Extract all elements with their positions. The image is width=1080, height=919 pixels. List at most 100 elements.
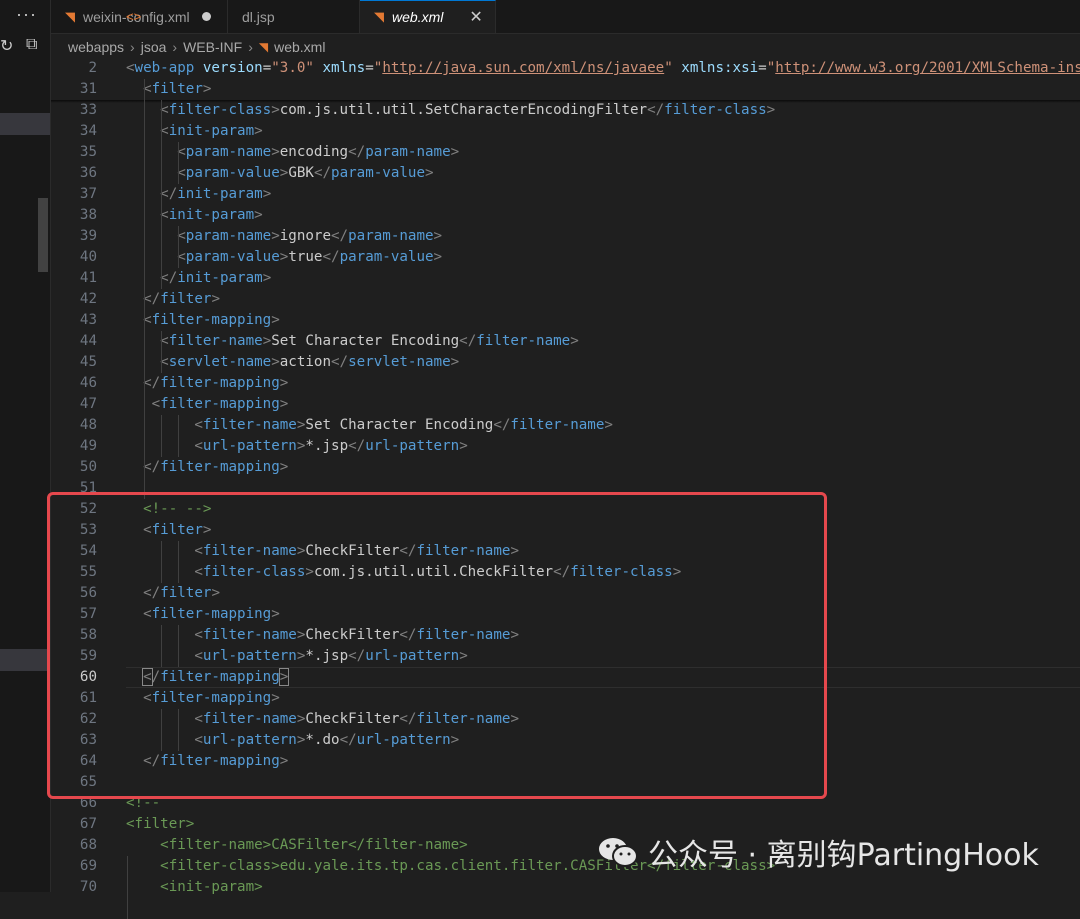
line-number: 42 [79, 291, 97, 307]
code-line[interactable]: 47 <filter-mapping> [51, 394, 1080, 415]
rss-icon: ◥ [374, 9, 384, 24]
refresh-icon[interactable]: ↻ [0, 36, 13, 56]
breadcrumb-item[interactable]: web.xml [274, 39, 325, 55]
tab-web-xml[interactable]: ◥ web.xml ✕ [360, 0, 496, 33]
line-number: 68 [79, 837, 97, 853]
code-line[interactable]: 43 <filter-mapping> [51, 310, 1080, 331]
indent-guide [161, 331, 163, 373]
breadcrumb-item[interactable]: WEB-INF [183, 39, 242, 55]
line-number: 41 [79, 270, 97, 286]
explorer-hover-item[interactable] [0, 649, 50, 671]
collapse-all-icon[interactable]: ⧉ [26, 36, 37, 54]
rss-icon: ◥ [258, 40, 269, 54]
line-number: 45 [79, 354, 97, 370]
line-number: 69 [79, 858, 97, 874]
line-number: 37 [79, 186, 97, 202]
breadcrumb: webapps › jsoa › WEB-INF › ◥ web.xml [51, 36, 325, 58]
line-number: 31 [79, 81, 97, 97]
wechat-icon [599, 838, 638, 867]
editor-tabs: ◥ weixin-config.xml <> dl.jsp ◥ web.xml … [51, 0, 1080, 34]
line-code: <init-param> [160, 123, 263, 139]
line-code: <filter> [143, 81, 212, 97]
close-icon[interactable]: ✕ [469, 7, 482, 27]
code-line[interactable]: 41 </init-param> [51, 268, 1080, 289]
line-number: 36 [79, 165, 97, 181]
line-code: <filter-name>Set Character Encoding</fil… [160, 333, 579, 349]
line-code: <filter> [126, 816, 195, 832]
line-number: 49 [79, 438, 97, 454]
line-code: <param-name>ignore</param-name> [177, 228, 443, 244]
code-line[interactable]: 37 </init-param> [51, 184, 1080, 205]
line-code: <init-param> [160, 207, 263, 223]
code-line[interactable]: 35 <param-name>encoding</param-name> [51, 142, 1080, 163]
line-code: <filter-mapping> [143, 312, 280, 328]
code-line[interactable]: 40 <param-value>true</param-value> [51, 247, 1080, 268]
line-code: <web-app version="3.0" xmlns="http://jav… [126, 60, 1080, 76]
line-code: </filter> [143, 291, 220, 307]
code-line[interactable]: 44 <filter-name>Set Character Encoding</… [51, 331, 1080, 352]
code-line[interactable]: 34 <init-param> [51, 121, 1080, 142]
code-line[interactable]: 39 <param-name>ignore</param-name> [51, 226, 1080, 247]
line-code: </init-param> [160, 270, 272, 286]
indent-guide [161, 100, 163, 289]
line-code: <servlet-name>action</servlet-name> [160, 354, 460, 370]
indent-guide [144, 79, 146, 499]
code-icon: <> [126, 9, 142, 24]
line-code: <filter-class>com.js.util.util.SetCharac… [160, 102, 776, 118]
line-code: </filter-mapping> [143, 459, 289, 475]
line-code: <url-pattern>*.jsp</url-pattern> [194, 438, 468, 454]
annotation-highlight-box [47, 492, 827, 799]
line-number: 38 [79, 207, 97, 223]
explorer-sidebar: ··· ↻ ⧉ [0, 0, 51, 892]
line-number: 48 [79, 417, 97, 433]
line-number: 40 [79, 249, 97, 265]
line-number: 2 [88, 60, 97, 76]
code-line[interactable]: 36 <param-value>GBK</param-value> [51, 163, 1080, 184]
code-line[interactable]: 70 <init-param> [51, 877, 1080, 898]
line-number: 34 [79, 123, 97, 139]
indent-guide [178, 415, 180, 457]
explorer-selected-item[interactable] [0, 113, 50, 135]
line-number: 35 [79, 144, 97, 160]
code-line[interactable]: 50 </filter-mapping> [51, 457, 1080, 478]
code-line[interactable]: 33 <filter-class>com.js.util.util.SetCha… [51, 100, 1080, 121]
indent-guide [178, 226, 180, 268]
line-number: 33 [79, 102, 97, 118]
rss-icon: ◥ [65, 8, 75, 24]
explorer-scrollbar[interactable] [38, 198, 48, 272]
chevron-right-icon: › [172, 39, 178, 55]
tab-label: web.xml [392, 9, 444, 25]
line-code: </filter-mapping> [143, 375, 289, 391]
line-code: <param-value>true</param-value> [177, 249, 443, 265]
indent-guide [178, 142, 180, 184]
chevron-right-icon: › [248, 39, 253, 55]
code-line[interactable]: 48 <filter-name>Set Character Encoding</… [51, 415, 1080, 436]
code-line[interactable]: 42 </filter> [51, 289, 1080, 310]
modified-dot-icon[interactable] [201, 12, 211, 21]
line-number: 39 [79, 228, 97, 244]
line-number: 46 [79, 375, 97, 391]
line-number: 47 [79, 396, 97, 412]
code-line[interactable]: 45 <servlet-name>action</servlet-name> [51, 352, 1080, 373]
code-line[interactable]: 38 <init-param> [51, 205, 1080, 226]
watermark-text: 公众号 · 离别钩PartingHook [648, 838, 1039, 873]
code-line[interactable]: 31 <filter> [51, 79, 1080, 100]
line-code: <init-param> [160, 879, 263, 895]
line-number: 50 [79, 459, 97, 475]
breadcrumb-item[interactable]: webapps [68, 39, 124, 55]
line-number: 70 [79, 879, 97, 895]
code-line[interactable]: 46 </filter-mapping> [51, 373, 1080, 394]
code-line[interactable]: 2 <web-app version="3.0" xmlns="http://ja… [51, 58, 1080, 79]
line-code: <filter-mapping> [151, 396, 289, 412]
line-code: <param-value>GBK</param-value> [177, 165, 434, 181]
line-code: <param-name>encoding</param-name> [177, 144, 460, 160]
chevron-right-icon: › [130, 39, 135, 55]
ellipsis-icon[interactable]: ··· [16, 4, 37, 25]
breadcrumb-item[interactable]: jsoa [141, 39, 167, 55]
line-code: </init-param> [160, 186, 272, 202]
line-number: 67 [79, 816, 97, 832]
tab-dl-jsp[interactable]: <> dl.jsp [126, 0, 360, 33]
line-number: 43 [79, 312, 97, 328]
watermark: 公众号 · 离别钩PartingHook [598, 830, 1039, 874]
code-line[interactable]: 49 <url-pattern>*.jsp</url-pattern> [51, 436, 1080, 457]
